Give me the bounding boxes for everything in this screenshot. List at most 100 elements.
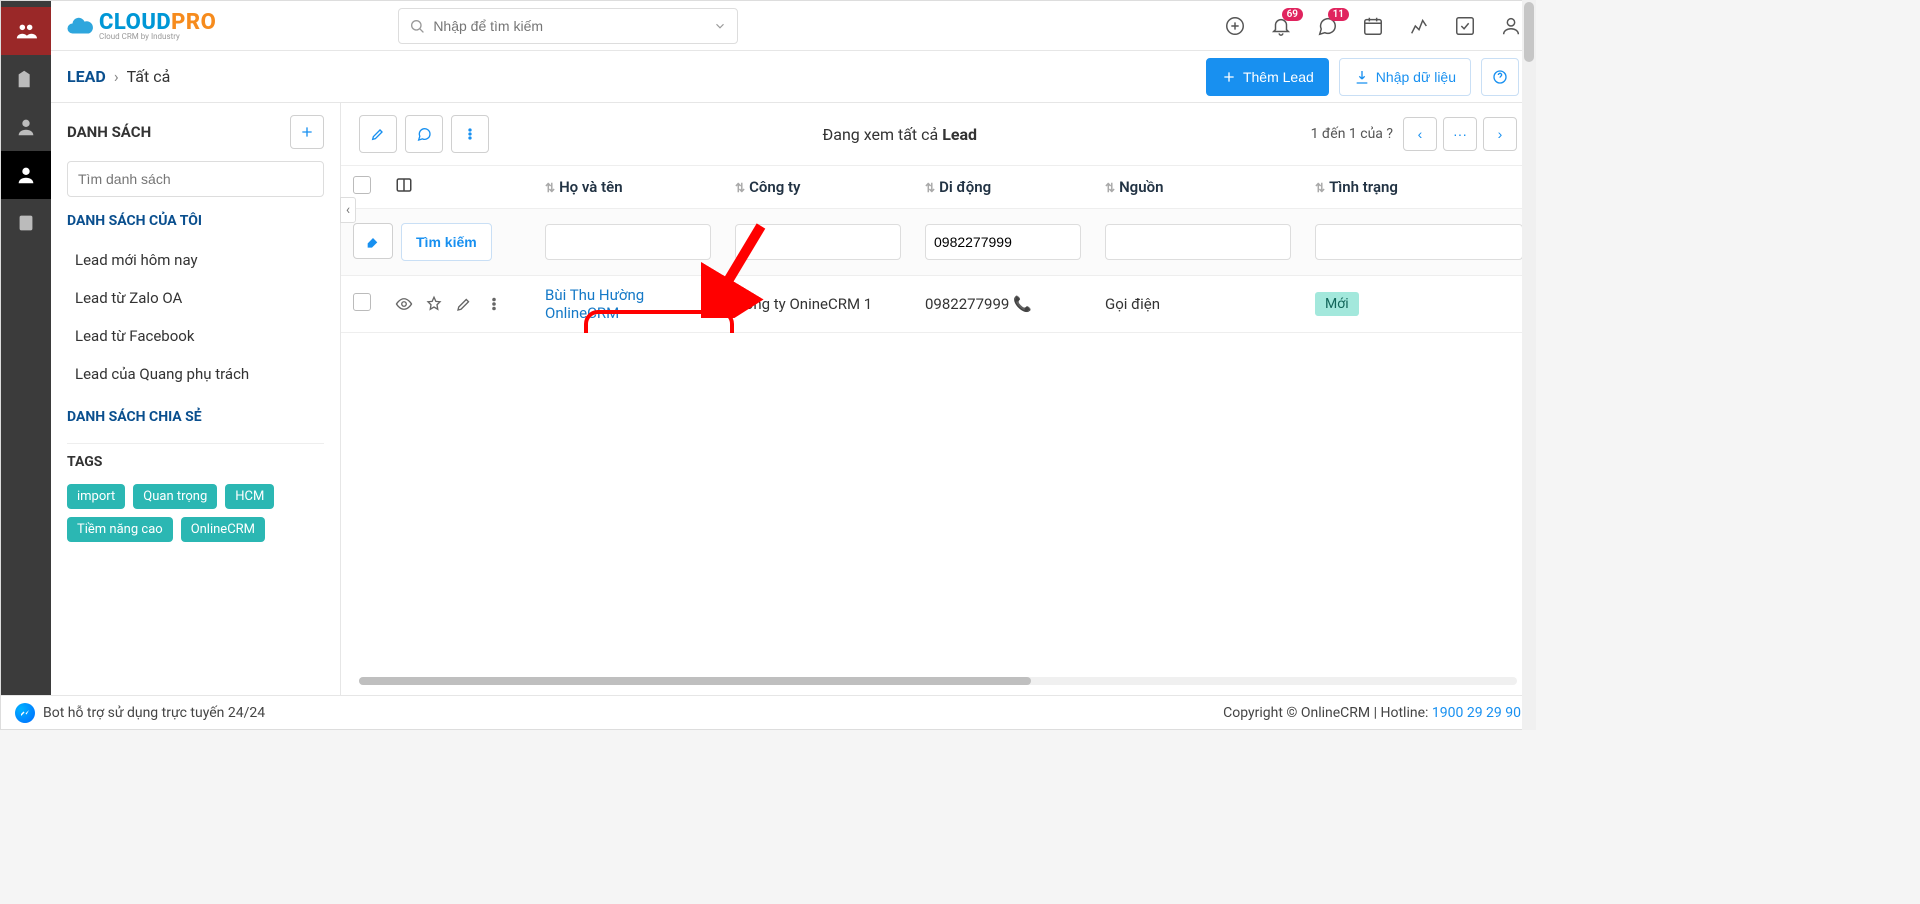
search-icon <box>409 18 425 34</box>
list-toolbar: Đang xem tất cả Lead 1 đến 1 của ? ‹ ···… <box>341 103 1535 165</box>
tag[interactable]: OnlineCRM <box>181 517 265 542</box>
import-label: Nhập dữ liệu <box>1376 69 1456 85</box>
more-button[interactable] <box>451 115 489 153</box>
clear-filters-button[interactable] <box>353 223 393 259</box>
filter-row: Tìm kiếm <box>341 209 1535 276</box>
col-mobile[interactable]: Di động <box>939 178 991 196</box>
breadcrumb-module[interactable]: LEAD <box>67 67 106 86</box>
footer-copyright: Copyright © OnlineCRM | Hotline: <box>1223 705 1432 721</box>
logo[interactable]: CLOUDPRO Cloud CRM by Industry <box>65 10 216 41</box>
row-status: Mới <box>1315 292 1359 316</box>
list-item[interactable]: Lead từ Zalo OA <box>67 279 324 317</box>
layout-icon[interactable] <box>395 176 413 194</box>
cloud-icon <box>65 11 95 41</box>
add-icon[interactable] <box>1223 14 1247 38</box>
my-lists: Lead mới hôm nay Lead từ Zalo OA Lead từ… <box>67 241 324 393</box>
add-lead-button[interactable]: Thêm Lead <box>1206 58 1329 96</box>
sort-icon[interactable]: ⇅ <box>545 181 555 195</box>
comment-button[interactable] <box>405 115 443 153</box>
global-search-input[interactable] <box>433 18 705 34</box>
pagination-range: 1 đến 1 của ? <box>1311 126 1393 142</box>
list-item[interactable]: Lead mới hôm nay <box>67 241 324 279</box>
sort-icon[interactable]: ⇅ <box>735 181 745 195</box>
sidebar-search[interactable] <box>67 161 324 197</box>
tag[interactable]: Quan trọng <box>133 484 217 509</box>
global-search[interactable] <box>398 8 738 44</box>
footer: Bot hỗ trợ sử dụng trực tuyến 24/24 Copy… <box>1 695 1535 729</box>
filter-mobile-input[interactable] <box>925 224 1081 260</box>
row-mobile: 0982277999 <box>925 295 1009 313</box>
task-icon[interactable] <box>1453 14 1477 38</box>
table-row[interactable]: Bùi Thu Hường OnlineCRM Công ty OnineCRM… <box>341 276 1535 333</box>
filter-status-input[interactable] <box>1315 224 1523 260</box>
table: ⇅ Họ và tên ⇅ Công ty ⇅ Di động ⇅ Nguồn ⇅ Tìn… <box>341 165 1535 333</box>
page-prev-button[interactable]: ‹ <box>1403 117 1437 151</box>
topbar: CLOUDPRO Cloud CRM by Industry 69 11 <box>1 1 1535 51</box>
row-company: Công ty OnineCRM 1 <box>735 295 872 313</box>
breadcrumb: LEAD › Tất cả <box>67 67 170 86</box>
filter-name-input[interactable] <box>545 224 711 260</box>
chat-icon[interactable]: 11 <box>1315 14 1339 38</box>
sort-icon[interactable]: ⇅ <box>925 181 935 195</box>
rail-companies[interactable] <box>1 55 51 103</box>
footer-bot-text: Bot hỗ trợ sử dụng trực tuyến 24/24 <box>43 705 265 721</box>
row-source: Gọi điện <box>1105 295 1160 313</box>
analytics-icon[interactable] <box>1407 14 1431 38</box>
vertical-scrollbar[interactable] <box>1522 0 1536 730</box>
add-list-button[interactable] <box>290 115 324 149</box>
collapse-sidebar-handle[interactable]: ‹ <box>340 197 356 223</box>
breadcrumb-sep: › <box>114 67 119 86</box>
list-item[interactable]: Lead của Quang phụ trách <box>67 355 324 393</box>
list-item[interactable]: Lead từ Facebook <box>67 317 324 355</box>
row-more-icon[interactable] <box>485 295 503 313</box>
messenger-icon[interactable] <box>15 703 35 723</box>
module-rail <box>1 1 51 695</box>
bell-icon[interactable]: 69 <box>1269 14 1293 38</box>
row-name[interactable]: Bùi Thu Hường OnlineCRM <box>545 286 644 322</box>
col-company[interactable]: Công ty <box>749 178 800 196</box>
phone-icon[interactable]: 📞 <box>1013 295 1032 313</box>
breadcrumb-view[interactable]: Tất cả <box>127 67 171 86</box>
eye-icon[interactable] <box>395 295 413 313</box>
calendar-icon[interactable] <box>1361 14 1385 38</box>
viewing-label: Đang xem tất cả Lead <box>499 125 1301 144</box>
page-more-button[interactable]: ··· <box>1443 117 1477 151</box>
sort-icon[interactable]: ⇅ <box>1105 181 1115 195</box>
tags-title: TAGS <box>67 443 324 470</box>
rail-contacts[interactable] <box>1 103 51 151</box>
tag[interactable]: import <box>67 484 125 509</box>
help-button[interactable] <box>1481 58 1519 96</box>
row-checkbox[interactable] <box>353 293 371 311</box>
edit-columns-button[interactable] <box>359 115 397 153</box>
rail-other[interactable] <box>1 199 51 247</box>
content: ‹ Đang xem tất cả Lead 1 đến 1 của ? ‹ ·… <box>341 103 1535 695</box>
select-all-checkbox[interactable] <box>353 176 371 194</box>
col-source[interactable]: Nguồn <box>1119 178 1163 196</box>
import-button[interactable]: Nhập dữ liệu <box>1339 58 1471 96</box>
col-status[interactable]: Tình trạng <box>1329 178 1398 196</box>
col-name[interactable]: Họ và tên <box>559 178 623 196</box>
chat-badge: 11 <box>1328 8 1349 21</box>
add-lead-label: Thêm Lead <box>1243 69 1314 85</box>
sidebar-list-title: DANH SÁCH <box>67 123 151 141</box>
search-button[interactable]: Tìm kiếm <box>401 223 492 261</box>
horizontal-scrollbar[interactable] <box>359 677 1517 685</box>
sort-icon[interactable]: ⇅ <box>1315 181 1325 195</box>
page-next-button[interactable]: › <box>1483 117 1517 151</box>
tag[interactable]: Tiềm năng cao <box>67 517 173 542</box>
chevron-down-icon[interactable] <box>713 19 727 33</box>
filter-company-input[interactable] <box>735 224 901 260</box>
filter-source-input[interactable] <box>1105 224 1291 260</box>
subheader: LEAD › Tất cả Thêm Lead Nhập dữ liệu <box>1 51 1535 103</box>
tag[interactable]: HCM <box>225 484 274 509</box>
footer-hotline[interactable]: 1900 29 29 90 <box>1432 705 1521 721</box>
sidebar-search-input[interactable] <box>78 171 313 187</box>
pencil-icon[interactable] <box>455 295 473 313</box>
my-lists-title: DANH SÁCH CỦA TÔI <box>67 213 324 229</box>
rail-active-module[interactable] <box>1 151 51 199</box>
user-icon[interactable] <box>1499 14 1523 38</box>
sidebar: DANH SÁCH DANH SÁCH CỦA TÔI Lead mới hôm… <box>51 103 341 695</box>
rail-leads[interactable] <box>1 7 51 55</box>
star-icon[interactable] <box>425 295 443 313</box>
shared-lists-title: DANH SÁCH CHIA SẺ <box>67 409 324 425</box>
